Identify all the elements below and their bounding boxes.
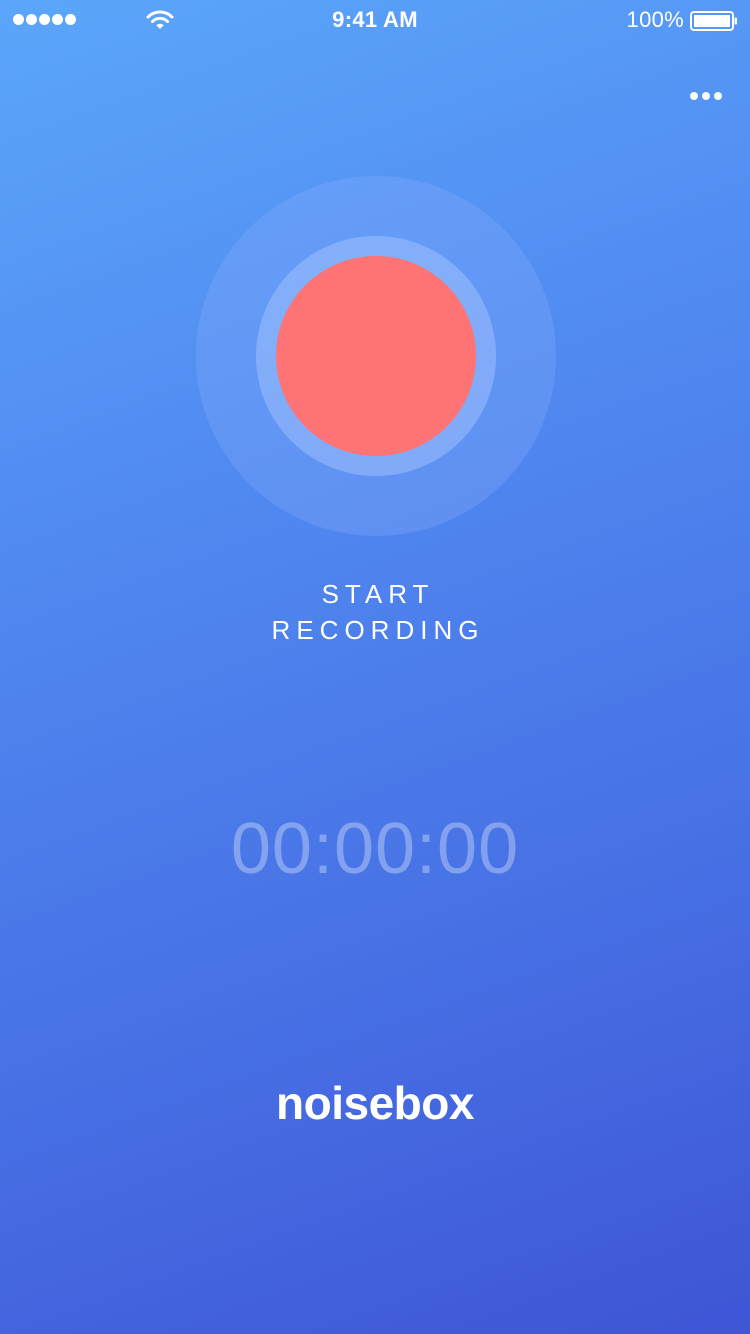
more-horizontal-icon: [702, 92, 710, 100]
start-recording-label-line1: START: [321, 579, 435, 609]
start-recording-label-line2: RECORDING: [271, 615, 485, 645]
battery-icon: [690, 11, 737, 31]
more-horizontal-icon: [714, 92, 722, 100]
more-horizontal-icon: [690, 92, 698, 100]
record-button[interactable]: [276, 256, 476, 456]
status-bar: 9:41 AM 100%: [0, 0, 750, 40]
brand-logo: noisebox: [276, 1077, 474, 1129]
battery-percentage: 100%: [626, 7, 684, 32]
more-options-button[interactable]: [684, 84, 728, 108]
recording-timer: 00:00:00: [230, 809, 520, 889]
start-recording-label[interactable]: START RECORDING: [0, 576, 750, 648]
